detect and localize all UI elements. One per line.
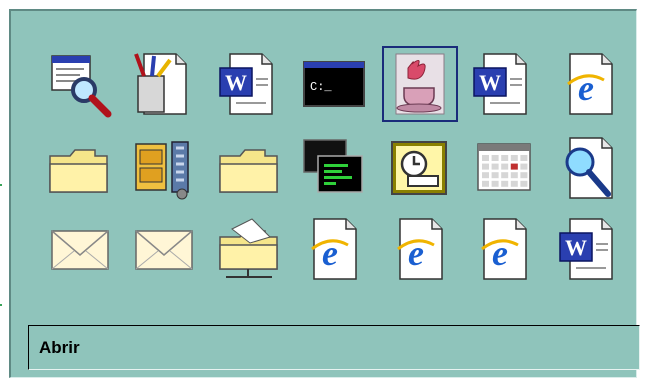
svg-text:e: e (408, 233, 424, 273)
folder-icon[interactable] (42, 130, 118, 206)
file-cabinet-clamp-icon[interactable] (126, 130, 202, 206)
calendar-document-icon[interactable] (466, 130, 542, 206)
edge-marker (0, 304, 2, 306)
search-document-icon[interactable] (552, 130, 628, 206)
outlook-clock-icon[interactable] (382, 130, 458, 206)
command-prompt-icon[interactable]: C:_ (296, 46, 372, 122)
ie-document-icon[interactable]: e (466, 211, 542, 287)
network-folder-icon[interactable] (212, 211, 288, 287)
ie-document-icon[interactable]: e (382, 211, 458, 287)
svg-text:W: W (565, 235, 587, 260)
word-document-icon[interactable]: W (552, 211, 628, 287)
svg-text:e: e (322, 233, 338, 273)
terminal-windows-icon[interactable] (296, 130, 372, 206)
svg-text:C:_: C:_ (310, 80, 332, 94)
java-cup-icon[interactable] (382, 46, 458, 122)
svg-text:W: W (479, 70, 501, 95)
folder-icon[interactable] (212, 130, 288, 206)
svg-text:e: e (578, 68, 594, 108)
word-document-icon[interactable]: W (212, 46, 288, 122)
status-bar: Abrir (28, 325, 640, 370)
ie-document-icon[interactable]: e (296, 211, 372, 287)
svg-text:e: e (492, 233, 508, 273)
ie-document-icon[interactable]: e (552, 46, 628, 122)
svg-text:W: W (225, 70, 247, 95)
word-document-icon[interactable]: W (466, 46, 542, 122)
toolbox-icon[interactable] (126, 46, 202, 122)
edge-marker (0, 184, 2, 186)
status-text: Abrir (39, 338, 80, 357)
find-window-icon[interactable] (42, 46, 118, 122)
envelope-icon[interactable] (42, 211, 118, 287)
envelope-icon[interactable] (126, 211, 202, 287)
